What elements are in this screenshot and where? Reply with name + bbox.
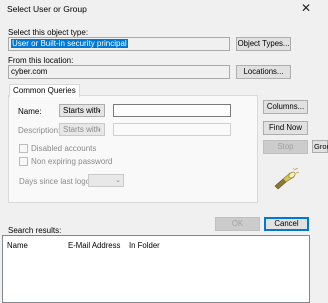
disabled-accounts-label: Disabled accounts bbox=[31, 144, 97, 153]
column-header-folder[interactable]: In Folder bbox=[129, 241, 160, 250]
locations-button[interactable]: Locations... bbox=[236, 65, 291, 79]
days-since-logon-select[interactable]: ⌄ bbox=[88, 174, 124, 187]
background-group-button: Grou bbox=[312, 140, 328, 153]
find-now-button[interactable]: Find Now bbox=[263, 121, 308, 135]
object-type-field[interactable]: User or Built-in security principal bbox=[8, 37, 230, 51]
cancel-button[interactable]: Cancel bbox=[264, 217, 309, 231]
object-type-value: User or Built-in security principal bbox=[11, 39, 128, 48]
columns-button[interactable]: Columns... bbox=[263, 100, 308, 114]
chevron-down-icon: ⌄ bbox=[115, 177, 121, 184]
tab-common-queries[interactable]: Common Queries bbox=[9, 84, 80, 97]
name-mode-select[interactable]: Starts with ⌄ bbox=[59, 104, 105, 117]
window-title: Select User or Group bbox=[7, 4, 87, 14]
stop-button[interactable]: Stop bbox=[263, 140, 308, 154]
search-flashlight-icon bbox=[273, 166, 300, 190]
name-input[interactable] bbox=[113, 104, 231, 117]
name-mode-value: Starts with bbox=[63, 106, 101, 115]
background-group-label: Grou bbox=[314, 142, 328, 151]
location-value: cyber.com bbox=[11, 67, 48, 76]
column-header-email[interactable]: E-Mail Address bbox=[68, 241, 120, 250]
location-field[interactable]: cyber.com bbox=[8, 65, 230, 79]
column-header-name[interactable]: Name bbox=[7, 241, 28, 250]
description-mode-value: Starts with bbox=[63, 125, 101, 134]
description-label: Description: bbox=[18, 126, 61, 135]
disabled-accounts-checkbox[interactable] bbox=[19, 144, 28, 153]
description-input[interactable] bbox=[113, 123, 231, 136]
ok-button[interactable]: OK bbox=[215, 217, 260, 231]
non-expiring-password-checkbox[interactable] bbox=[19, 157, 28, 166]
search-results-list[interactable]: Name E-Mail Address In Folder bbox=[2, 235, 310, 303]
name-label: Name: bbox=[18, 107, 42, 116]
chevron-down-icon: ⌄ bbox=[96, 107, 102, 114]
chevron-down-icon: ⌄ bbox=[96, 126, 102, 133]
non-expiring-password-label: Non expiring password bbox=[31, 157, 113, 166]
close-icon[interactable]: ✕ bbox=[295, 0, 317, 16]
description-mode-select[interactable]: Starts with ⌄ bbox=[59, 123, 105, 136]
days-since-logon-label: Days since last logon: bbox=[19, 177, 97, 186]
object-types-button[interactable]: Object Types... bbox=[236, 37, 291, 51]
